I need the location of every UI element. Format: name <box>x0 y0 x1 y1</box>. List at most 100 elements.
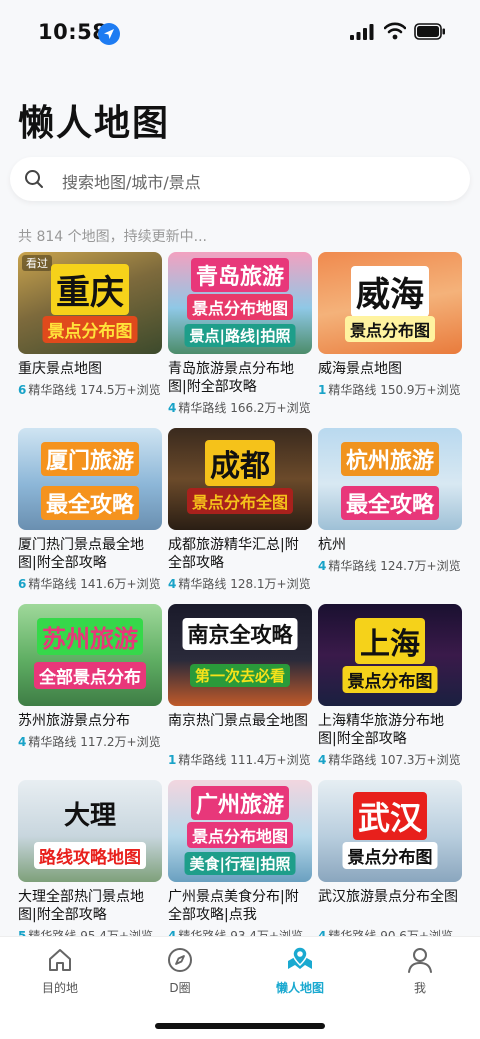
map-card-chongqing[interactable]: 看过 重庆 景点分布图 重庆景点地图 6 精华路线 174.5万+浏览 <box>18 252 162 398</box>
thumb-title: 杭州旅游 <box>340 442 440 476</box>
map-card-chengdu[interactable]: 成都 景点分布全图 成都旅游精华汇总|附全部攻略 4 精华路线 128.1万+浏览 <box>168 428 312 592</box>
thumb-subtitle: 最全攻略 <box>340 486 440 520</box>
signal-icon <box>350 24 374 40</box>
map-card-dali[interactable]: 大理 路线攻略地图 大理全部热门景点地图|附全部攻略 5精华路线 95.4万+浏… <box>18 780 162 944</box>
thumb-subtitle: 全部景点分布 <box>34 662 146 689</box>
card-title: 厦门热门景点最全地图|附全部攻略 <box>18 537 144 571</box>
thumb-title: 武汉 <box>352 792 428 840</box>
card-thumbnail: 苏州旅游 全部景点分布 <box>18 604 162 706</box>
thumb-subtitle: 景点分布地图 <box>186 294 294 320</box>
map-card-shanghai[interactable]: 上海 景点分布图 上海精华旅游分布地图|附全部攻略 4 精华路线 107.3万+浏… <box>318 604 462 768</box>
view-count: 124.7万+浏览 <box>380 559 461 573</box>
thumb-title: 南京全攻略 <box>182 618 298 650</box>
tab-d-circle[interactable]: D圈 <box>130 945 230 996</box>
route-count: 4 <box>168 577 177 591</box>
route-count: 4 <box>318 559 327 573</box>
card-thumbnail: 威海 景点分布图 <box>318 252 462 354</box>
card-stats: 4 精华路线 124.7万+浏览 <box>318 557 462 574</box>
tab-label: D圈 <box>169 981 191 995</box>
card-stats: 1 精华路线 150.9万+浏览 <box>318 381 462 398</box>
search-icon <box>25 170 43 188</box>
thumb-subtitle: 景点分布图 <box>344 316 436 342</box>
card-thumbnail: 上海 景点分布图 <box>318 604 462 706</box>
tab-lazy-map[interactable]: 懒人地图 <box>250 945 350 996</box>
seen-badge: 看过 <box>22 255 52 271</box>
home-icon <box>49 949 71 971</box>
tab-label: 我 <box>413 981 426 995</box>
route-count: 4 <box>168 401 177 415</box>
map-count-text: 共 814 个地图，持续更新中... <box>18 229 207 245</box>
card-title: 上海精华旅游分布地图|附全部攻略 <box>318 713 444 747</box>
card-title: 成都旅游精华汇总|附全部攻略 <box>168 537 299 571</box>
thumb-subtitle: 景点分布图 <box>342 842 438 869</box>
view-count: 166.2万+浏览 <box>230 401 311 415</box>
card-title: 重庆景点地图 <box>18 361 102 377</box>
thumb-subtitle: 景点分布图 <box>42 316 138 343</box>
card-title: 苏州旅游景点分布 <box>18 713 130 729</box>
card-thumbnail: 广州旅游 景点分布地图 美食|行程|拍照 <box>168 780 312 882</box>
view-count: 174.5万+浏览 <box>80 383 161 397</box>
thumb-title: 威海 <box>351 266 429 317</box>
route-count: 6 <box>18 383 27 397</box>
tab-label: 懒人地图 <box>275 981 324 995</box>
map-pin-icon <box>288 946 312 969</box>
card-title: 杭州 <box>318 537 346 553</box>
map-card-xiamen[interactable]: 厦门旅游 最全攻略 厦门热门景点最全地图|附全部攻略 6 精华路线 141.6万+… <box>18 428 162 592</box>
map-card-suzhou[interactable]: 苏州旅游 全部景点分布 苏州旅游景点分布 4 精华路线 117.2万+浏览 <box>18 604 162 750</box>
route-label: 精华路线 <box>178 577 227 591</box>
map-card-hangzhou[interactable]: 杭州旅游 最全攻略 杭州 4 精华路线 124.7万+浏览 <box>318 428 462 574</box>
view-count: 128.1万+浏览 <box>230 577 311 591</box>
card-stats: 4 精华路线 128.1万+浏览 <box>168 575 312 592</box>
map-card-guangzhou[interactable]: 广州旅游 景点分布地图 美食|行程|拍照 广州景点美食分布|附全部攻略|点我 4… <box>168 780 312 944</box>
thumb-title: 厦门旅游 <box>40 442 140 476</box>
thumb-title: 大理 <box>63 801 117 831</box>
route-count: 1 <box>168 753 177 767</box>
view-count: 141.6万+浏览 <box>80 577 161 591</box>
card-title: 大理全部热门景点地图|附全部攻略 <box>18 889 144 923</box>
card-thumbnail: 大理 路线攻略地图 <box>18 780 162 882</box>
thumb-title: 广州旅游 <box>190 786 290 820</box>
thumb-subtitle: 第一次去必看 <box>189 664 291 687</box>
status-time: 10:58 <box>38 20 108 44</box>
route-label: 精华路线 <box>28 735 77 749</box>
wifi-icon <box>384 22 406 40</box>
card-thumbnail: 厦门旅游 最全攻略 <box>18 428 162 530</box>
route-label: 精华路线 <box>28 577 77 591</box>
thumb-subtitle: 路线攻略地图 <box>34 842 146 869</box>
route-count: 4 <box>18 735 27 749</box>
card-stats: 6 精华路线 174.5万+浏览 <box>18 381 162 398</box>
route-label: 精华路线 <box>328 753 377 767</box>
thumb-title: 青岛旅游 <box>190 258 290 292</box>
card-thumbnail: 看过 重庆 景点分布图 <box>18 252 162 354</box>
thumb-tagline: 美食|行程|拍照 <box>184 852 296 875</box>
map-card-nanjing[interactable]: 南京全攻略 第一次去必看 南京热门景点最全地图 1 精华路线 111.4万+浏览 <box>168 604 312 768</box>
route-count: 4 <box>318 753 327 767</box>
card-stats: 6 精华路线 141.6万+浏览 <box>18 575 162 592</box>
tab-me[interactable]: 我 <box>370 945 470 996</box>
search-input[interactable]: 搜索地图/城市/景点 <box>10 157 470 201</box>
card-thumbnail: 杭州旅游 最全攻略 <box>318 428 462 530</box>
map-card-wuhan[interactable]: 武汉 景点分布图 武汉旅游景点分布全图 4精华路线 90.6万+浏览 <box>318 780 462 944</box>
view-count: 107.3万+浏览 <box>380 753 461 767</box>
route-label: 精华路线 <box>328 383 377 397</box>
user-icon <box>408 948 432 973</box>
card-title: 南京热门景点最全地图 <box>168 713 308 729</box>
tab-destination[interactable]: 目的地 <box>10 945 110 996</box>
card-stats: 1 精华路线 111.4万+浏览 <box>168 751 312 768</box>
map-card-weihai[interactable]: 威海 景点分布图 威海景点地图 1 精华路线 150.9万+浏览 <box>318 252 462 398</box>
thumb-title: 苏州旅游 <box>37 618 143 655</box>
card-thumbnail: 成都 景点分布全图 <box>168 428 312 530</box>
card-stats: 4 精华路线 117.2万+浏览 <box>18 733 162 750</box>
thumb-subtitle: 景点分布全图 <box>186 488 294 514</box>
thumb-title: 重庆 <box>51 264 129 315</box>
status-bar: 10:58 <box>0 0 480 64</box>
card-thumbnail: 青岛旅游 景点分布地图 景点|路线|拍照 <box>168 252 312 354</box>
map-card-qingdao[interactable]: 青岛旅游 景点分布地图 景点|路线|拍照 青岛旅游景点分布地图|附全部攻略 4精… <box>168 252 312 416</box>
route-count: 1 <box>318 383 327 397</box>
thumb-subtitle: 景点分布图 <box>342 666 438 693</box>
card-title: 青岛旅游景点分布地图|附全部攻略 <box>168 361 294 395</box>
card-thumbnail: 武汉 景点分布图 <box>318 780 462 882</box>
route-label: 精华路线 <box>328 559 377 573</box>
thumb-title: 上海 <box>355 618 425 664</box>
view-count: 111.4万+浏览 <box>230 753 311 767</box>
